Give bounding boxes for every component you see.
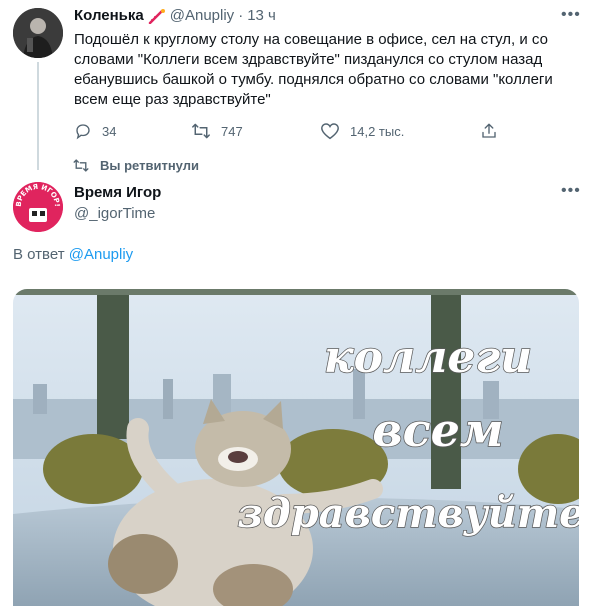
retweet-icon bbox=[192, 123, 210, 139]
reply-author-avatar[interactable]: ВРЕМЯ ИГОР! bbox=[13, 182, 63, 232]
share-button[interactable] bbox=[480, 121, 498, 146]
thread-line bbox=[37, 62, 39, 170]
heart-icon bbox=[321, 123, 339, 140]
reply-to-mention[interactable]: @Anupliy bbox=[69, 246, 133, 263]
avatar-photo bbox=[13, 8, 63, 58]
tweet-header: Коленька @Anupliy · 13 ч bbox=[74, 7, 276, 24]
like-button[interactable]: 14,2 тыс. bbox=[320, 122, 404, 140]
retweet-small-icon bbox=[73, 159, 89, 172]
caption-line-3: здравствуйте bbox=[237, 490, 579, 537]
cat-meme-image: коллеги всем здравствуйте bbox=[13, 289, 579, 606]
share-icon bbox=[482, 123, 496, 138]
retweeted-label: Вы ретвитнули bbox=[100, 158, 199, 173]
like-count: 14,2 тыс. bbox=[350, 123, 405, 139]
tweet-text: Подошёл к круглому столу на совещание в … bbox=[74, 31, 553, 108]
reply-prefix: В ответ bbox=[13, 246, 65, 263]
reply-author-name[interactable]: Время Игор bbox=[74, 184, 161, 201]
tweet-time[interactable]: 13 ч bbox=[247, 7, 276, 24]
reply-button[interactable]: 34 bbox=[74, 122, 116, 140]
reply-icon bbox=[76, 124, 90, 140]
reply-count: 34 bbox=[102, 123, 117, 139]
author-avatar[interactable] bbox=[13, 8, 63, 58]
caption-line-2: всем bbox=[372, 403, 503, 457]
reply-more-options-icon[interactable]: ••• bbox=[561, 182, 581, 200]
header-separator: · bbox=[238, 7, 244, 24]
author-name[interactable]: Коленька bbox=[74, 7, 144, 24]
caption-line-1: коллеги bbox=[324, 332, 532, 383]
emoji-icon bbox=[148, 8, 166, 24]
more-options-icon[interactable]: ••• bbox=[561, 6, 581, 24]
tweet-media[interactable]: коллеги всем здравствуйте bbox=[13, 289, 579, 606]
reply-author-handle[interactable]: @_igorTime bbox=[74, 205, 155, 222]
retweet-count: 747 bbox=[221, 123, 243, 139]
retweet-button[interactable]: 747 bbox=[191, 122, 243, 140]
author-handle[interactable]: @Anupliy bbox=[170, 7, 234, 24]
reply-context: В ответ @Anupliy bbox=[13, 246, 133, 263]
retweeted-indicator: Вы ретвитнули bbox=[72, 158, 199, 173]
avatar-logo: ВРЕМЯ ИГОР! bbox=[13, 182, 63, 232]
